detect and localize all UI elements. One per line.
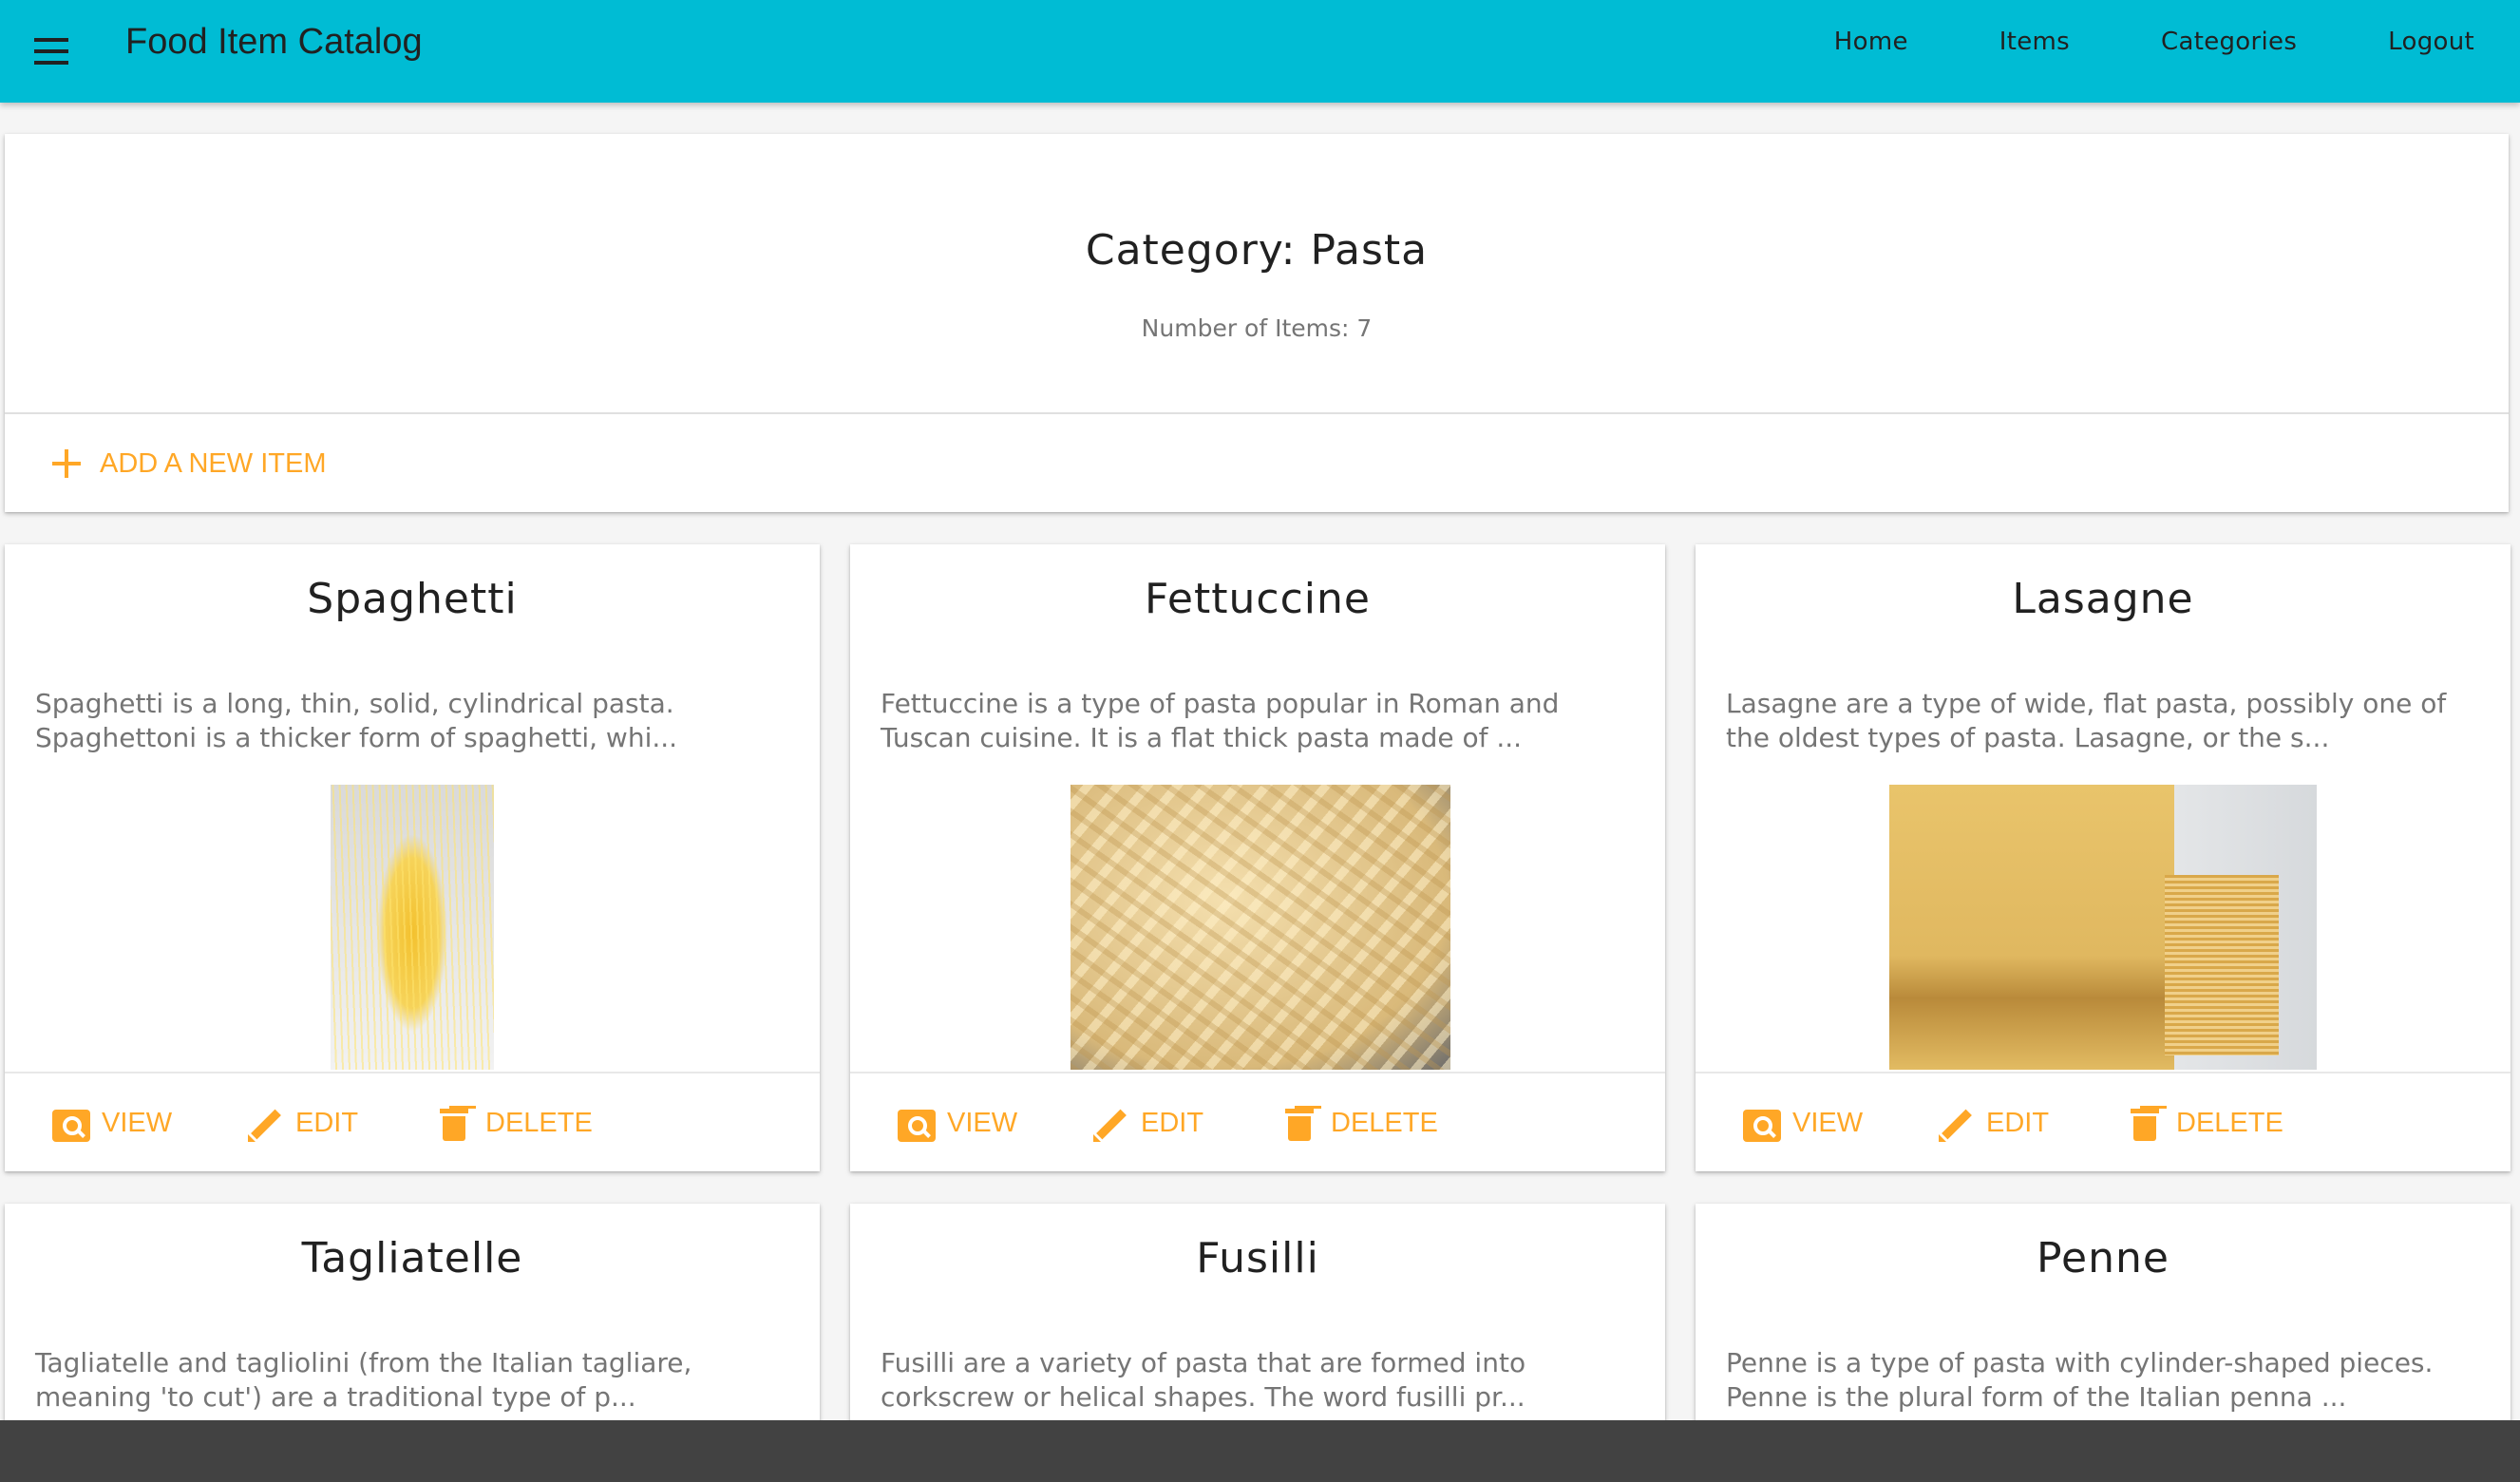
nav-link-logout[interactable]: Logout xyxy=(2388,28,2474,56)
edit-button[interactable]: EDIT xyxy=(246,1074,358,1173)
item-title: Fettuccine xyxy=(1145,575,1371,623)
edit-label: EDIT xyxy=(295,1108,359,1138)
view-button[interactable]: VIEW xyxy=(52,1074,172,1173)
plus-icon xyxy=(52,449,81,478)
trash-icon xyxy=(440,1105,468,1143)
app-bar: Food Item Catalog Home Items Categories … xyxy=(0,0,2520,103)
menu-button[interactable] xyxy=(17,17,85,86)
item-description: Fettuccine is a type of pasta popular in… xyxy=(881,688,1560,753)
nav-link-home[interactable]: Home xyxy=(1834,28,1908,56)
app-title: Food Item Catalog xyxy=(125,22,423,62)
item-card-lasagne: Lasagne Lasagne are a type of wide, flat… xyxy=(1696,544,2511,1171)
item-count: Number of Items: 7 xyxy=(1141,314,1373,342)
delete-button[interactable]: DELETE xyxy=(1285,1074,1438,1173)
view-search-icon xyxy=(52,1109,90,1142)
item-title: Lasagne xyxy=(2012,575,2194,623)
edit-button[interactable]: EDIT xyxy=(1091,1074,1203,1173)
delete-label: DELETE xyxy=(1331,1108,1438,1138)
item-description: Tagliatelle and tagliolini (from the Ita… xyxy=(35,1347,692,1413)
edit-label: EDIT xyxy=(1141,1108,1204,1138)
add-new-item-label: ADD A NEW ITEM xyxy=(100,447,327,479)
item-description: Lasagne are a type of wide, flat pasta, … xyxy=(1726,688,2447,753)
item-description: Spaghetti is a long, thin, solid, cylind… xyxy=(35,688,678,753)
add-new-item-button[interactable]: ADD A NEW ITEM xyxy=(52,440,326,487)
item-title: Penne xyxy=(2037,1234,2169,1282)
spaghetti-photo xyxy=(331,785,494,1070)
pencil-icon xyxy=(1091,1105,1129,1143)
lasagne-photo xyxy=(1889,785,2317,1070)
bottom-bar xyxy=(0,1420,2520,1482)
card-actions: VIEW EDIT DELETE xyxy=(850,1072,1665,1173)
item-card-spaghetti: Spaghetti Spaghetti is a long, thin, sol… xyxy=(5,544,820,1171)
view-label: VIEW xyxy=(102,1108,173,1138)
view-button[interactable]: VIEW xyxy=(1743,1074,1863,1173)
delete-button[interactable]: DELETE xyxy=(440,1074,593,1173)
nav-link-categories[interactable]: Categories xyxy=(2161,28,2297,56)
card-divider xyxy=(5,412,2509,414)
category-title: Category: Pasta xyxy=(1085,226,1429,275)
pencil-icon xyxy=(246,1105,284,1143)
view-search-icon xyxy=(1743,1109,1781,1142)
edit-label: EDIT xyxy=(1986,1108,2050,1138)
card-actions: VIEW EDIT DELETE xyxy=(1696,1072,2511,1173)
trash-icon xyxy=(1285,1105,1314,1143)
trash-icon xyxy=(2131,1105,2159,1143)
item-card-fettuccine: Fettuccine Fettuccine is a type of pasta… xyxy=(850,544,1665,1171)
hamburger-menu-icon xyxy=(34,38,68,65)
delete-label: DELETE xyxy=(2176,1108,2283,1138)
view-label: VIEW xyxy=(1792,1108,1864,1138)
item-title: Fusilli xyxy=(1196,1234,1319,1282)
nav-link-items[interactable]: Items xyxy=(1999,28,2070,56)
delete-button[interactable]: DELETE xyxy=(2131,1074,2283,1173)
edit-button[interactable]: EDIT xyxy=(1937,1074,2049,1173)
card-actions: VIEW EDIT DELETE xyxy=(5,1072,820,1173)
view-search-icon xyxy=(898,1109,936,1142)
item-description: Penne is a type of pasta with cylinder-s… xyxy=(1726,1347,2434,1413)
item-title: Spaghetti xyxy=(307,575,518,623)
item-title: Tagliatelle xyxy=(301,1234,523,1282)
fettuccine-photo xyxy=(1071,785,1450,1070)
pencil-icon xyxy=(1937,1105,1975,1143)
item-description: Fusilli are a variety of pasta that are … xyxy=(881,1347,1526,1413)
delete-label: DELETE xyxy=(485,1108,593,1138)
view-button[interactable]: VIEW xyxy=(898,1074,1017,1173)
category-header-card: Category: Pasta Number of Items: 7 ADD A… xyxy=(5,134,2509,512)
top-nav: Home Items Categories Logout xyxy=(1743,0,2474,84)
view-label: VIEW xyxy=(947,1108,1018,1138)
